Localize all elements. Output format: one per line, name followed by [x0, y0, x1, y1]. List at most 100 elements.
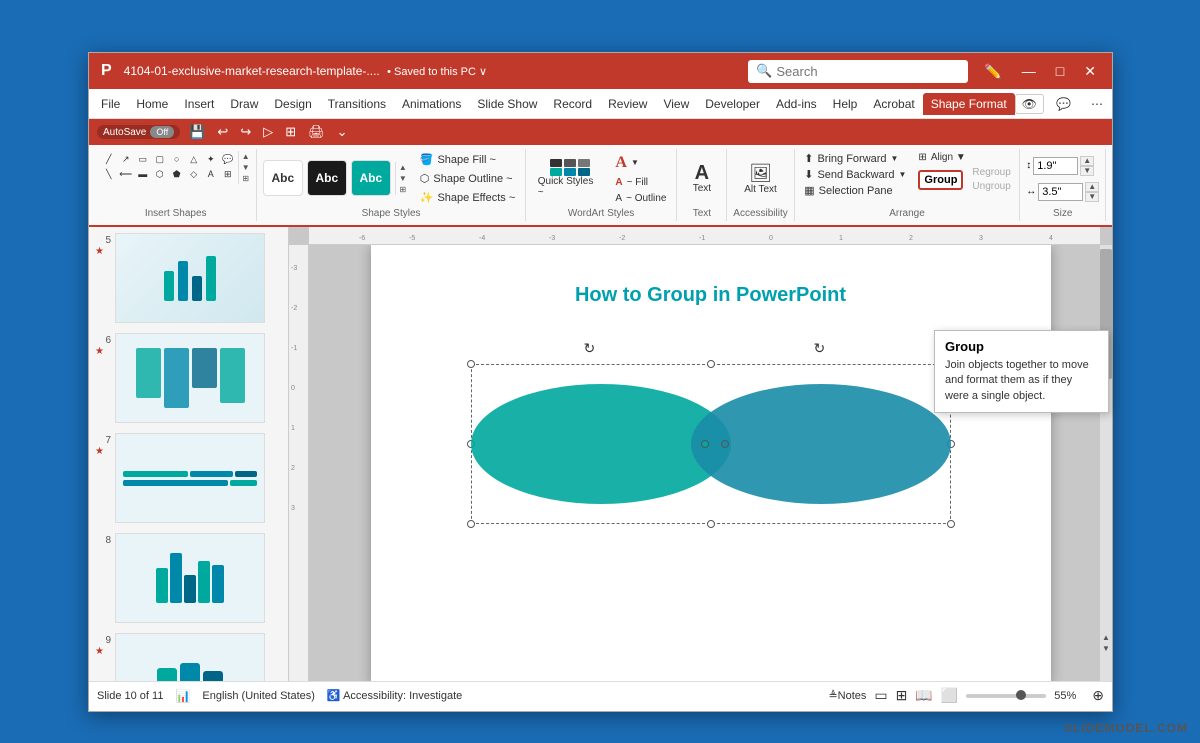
maximize-button[interactable]: □ [1048, 61, 1072, 81]
style-scroll-down[interactable]: ▼ [398, 173, 408, 184]
quick-styles-button[interactable]: Quick Styles ~ [532, 157, 608, 200]
shape-t6[interactable]: ◇ [186, 167, 202, 181]
text-fill-button[interactable]: A~ Fill [611, 175, 670, 190]
style-box-white[interactable]: Abc [263, 160, 303, 196]
ungroup-button[interactable]: Ungroup [969, 180, 1013, 193]
pen-icon[interactable]: ✏️ [976, 61, 1009, 82]
language-label[interactable]: English (United States) [202, 690, 315, 702]
redo-button[interactable]: ↪ [237, 122, 254, 142]
menu-shape-format[interactable]: Shape Format [923, 93, 1015, 115]
shape-tri[interactable]: △ [186, 152, 202, 166]
width-down[interactable]: ▼ [1085, 192, 1099, 202]
save-button[interactable]: 💾 [186, 122, 208, 142]
handle-br[interactable] [947, 520, 955, 528]
autosave-toggle[interactable]: AutoSave Off [97, 125, 180, 139]
menu-developer[interactable]: Developer [697, 93, 768, 115]
group-button[interactable]: Group [918, 170, 963, 190]
send-backward-dropdown[interactable]: ▼ [899, 170, 907, 179]
style-scroll-up[interactable]: ▲ [398, 162, 408, 173]
bring-forward-button[interactable]: ⬆ Bring Forward ▼ [800, 151, 910, 166]
shape-outline-button[interactable]: ⬡ Shape Outline ~ [416, 170, 519, 187]
align-button[interactable]: ⊞ Align ▼ [914, 151, 969, 164]
slide-thumb-8[interactable]: 8 ★ [93, 531, 284, 625]
menu-file[interactable]: File [93, 93, 128, 115]
shapes-scroll-up[interactable]: ▲ [241, 151, 251, 162]
style-scroll-expand[interactable]: ⊞ [398, 184, 407, 195]
rotate-handle-right[interactable]: ↻ [814, 340, 828, 354]
menu-record[interactable]: Record [545, 93, 600, 115]
menu-slideshow[interactable]: Slide Show [469, 93, 545, 115]
shapes-scroll-expand[interactable]: ⊞ [241, 173, 250, 184]
width-input[interactable] [1038, 183, 1083, 201]
shape-oval[interactable]: ○ [169, 152, 185, 166]
menu-animations[interactable]: Animations [394, 93, 469, 115]
scroll-up-btn[interactable]: ▲ [1102, 633, 1110, 642]
menu-help[interactable]: Help [825, 93, 866, 115]
reading-view-icon[interactable]: 📖 [915, 687, 932, 704]
menu-acrobat[interactable]: Acrobat [865, 93, 922, 115]
menu-review[interactable]: Review [600, 93, 655, 115]
shape-arrow[interactable]: ↗ [118, 152, 134, 166]
slide-sorter-icon[interactable]: ⊞ [896, 687, 908, 704]
menu-home[interactable]: Home [128, 93, 176, 115]
rotate-handle-left[interactable]: ↻ [584, 340, 598, 354]
zoom-slider[interactable] [966, 694, 1046, 698]
undo-button[interactable]: ↩ [214, 122, 231, 142]
shape-line[interactable]: ╱ [101, 152, 117, 166]
shape-t5[interactable]: ⬟ [169, 167, 185, 181]
wordart-a-button[interactable]: A ▼ [611, 152, 670, 174]
handle-bl[interactable] [467, 520, 475, 528]
shape-t4[interactable]: ⬡ [152, 167, 168, 181]
qa-print[interactable]: 🖨 [305, 122, 328, 142]
menu-design[interactable]: Design [266, 93, 319, 115]
selection-pane-button[interactable]: ▦ Selection Pane [800, 183, 910, 198]
text-outline-button[interactable]: A~ Outline [611, 191, 670, 206]
search-input[interactable] [748, 60, 968, 83]
regroup-button[interactable]: Regroup [969, 166, 1013, 179]
shape-t1[interactable]: ╲ [101, 167, 117, 181]
shape-effects-button[interactable]: ✨ Shape Effects ~ [416, 189, 519, 206]
handle-tm[interactable] [707, 360, 715, 368]
connector-dot-1[interactable] [701, 440, 709, 448]
shape-round[interactable]: ▢ [152, 152, 168, 166]
comment-icon[interactable]: 💬 [1048, 93, 1079, 115]
handle-bm[interactable] [707, 520, 715, 528]
slide-panel[interactable]: 5 ★ [89, 227, 289, 681]
menu-addins[interactable]: Add-ins [768, 93, 825, 115]
fit-screen-icon[interactable]: ⊕ [1092, 687, 1104, 704]
close-button[interactable]: ✕ [1076, 61, 1104, 82]
shape-t8[interactable]: ⊞ [220, 167, 236, 181]
style-box-dark[interactable]: Abc [307, 160, 347, 196]
alt-text-button[interactable]: 🖼 Alt Text [740, 151, 781, 206]
shape-t7[interactable]: A [203, 167, 219, 181]
slide-count-icon[interactable]: 📊 [175, 689, 190, 703]
slide-thumb-6[interactable]: 6 ★ [93, 331, 284, 425]
height-input[interactable] [1033, 157, 1078, 175]
shapes-scroll-down[interactable]: ▼ [241, 162, 251, 173]
shape-call[interactable]: 💬 [220, 152, 236, 166]
text-button[interactable]: A Text [689, 151, 715, 206]
normal-view-icon[interactable]: ▭ [874, 687, 887, 704]
present-button[interactable]: ▷ [260, 122, 276, 142]
send-backward-button[interactable]: ⬇ Send Backward ▼ [800, 167, 910, 182]
canvas-scrollbar-v[interactable]: ▲ ▼ [1100, 245, 1112, 681]
height-down[interactable]: ▼ [1080, 166, 1094, 176]
qa-customize[interactable]: ⌄ [334, 122, 351, 142]
qa-more[interactable]: ⊞ [282, 122, 299, 142]
shape-t3[interactable]: ▬ [135, 167, 151, 181]
zoom-thumb[interactable] [1016, 690, 1026, 700]
shape-star[interactable]: ✦ [203, 152, 219, 166]
scroll-down-btn[interactable]: ▼ [1102, 644, 1110, 653]
shape-rect[interactable]: ▭ [135, 152, 151, 166]
accessibility-label[interactable]: ♿ Accessibility: Investigate [327, 689, 462, 702]
menu-draw[interactable]: Draw [222, 93, 266, 115]
view-icon[interactable]: 👁 [1015, 94, 1044, 114]
width-up[interactable]: ▲ [1085, 182, 1099, 192]
height-up[interactable]: ▲ [1080, 156, 1094, 166]
shape-t2[interactable]: ⟵ [118, 167, 134, 181]
shapes-container[interactable]: ↻ ↻ [471, 364, 951, 524]
connector-dot-2[interactable] [721, 440, 729, 448]
slide-thumb-9[interactable]: 9 ★ [93, 631, 284, 681]
slide-thumb-7[interactable]: 7 ★ [93, 431, 284, 525]
slide-thumb-5[interactable]: 5 ★ [93, 231, 284, 325]
